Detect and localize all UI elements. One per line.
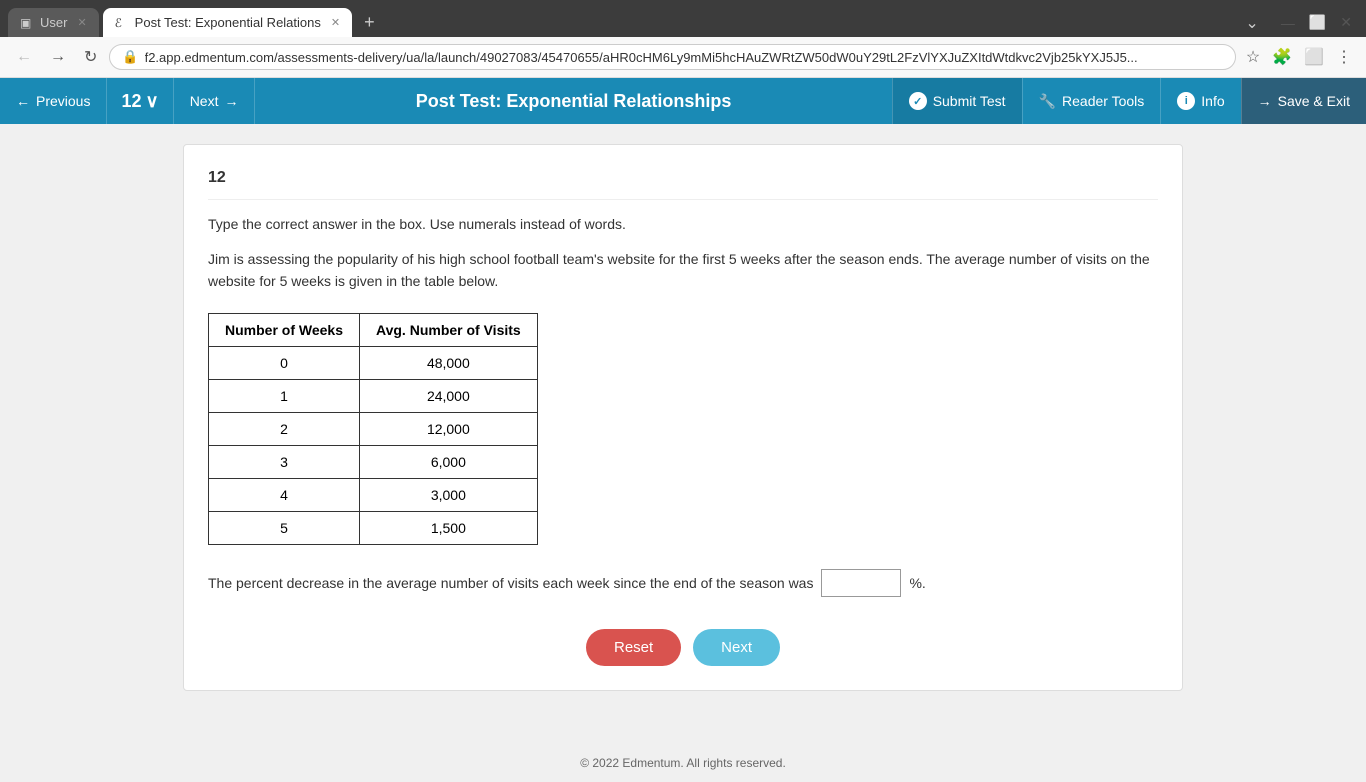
next-nav-button[interactable]: Next → (174, 78, 256, 124)
tab-user-close[interactable]: ✕ (77, 16, 86, 29)
save-exit-icon: → (1258, 93, 1272, 109)
maximize-button[interactable]: ⬜ (1303, 12, 1332, 33)
browser-toolbar-icons: ☆ 🧩 ⬜ ⋮ (1242, 43, 1356, 71)
address-url: f2.app.edmentum.com/assessments-delivery… (145, 50, 1223, 65)
question-number-selector[interactable]: 12 ∨ (107, 78, 173, 124)
reader-tools-button[interactable]: 🔧 Reader Tools (1022, 78, 1161, 124)
lock-icon: 🔒 (122, 49, 138, 65)
next-nav-label: Next (190, 93, 219, 109)
test-title: Post Test: Exponential Relationships (255, 78, 891, 124)
submit-check-icon: ✓ (909, 92, 927, 110)
table-row: 212,000 (209, 412, 538, 445)
back-button[interactable]: ← (10, 46, 38, 68)
browser-controls: ← → ↻ 🔒 f2.app.edmentum.com/assessments-… (0, 37, 1366, 78)
previous-label: Previous (36, 93, 90, 109)
footer: © 2022 Edmentum. All rights reserved. (0, 744, 1366, 782)
table-header-visits: Avg. Number of Visits (360, 313, 538, 346)
table-cell-week: 0 (209, 346, 360, 379)
table-row: 43,000 (209, 478, 538, 511)
action-buttons: Reset Next (208, 629, 1158, 666)
menu-button[interactable]: ⋮ (1332, 43, 1356, 71)
tab-user-favicon: ▣ (20, 16, 34, 30)
table-row: 51,500 (209, 511, 538, 544)
profile-button[interactable]: ⬜ (1300, 43, 1328, 71)
address-bar[interactable]: 🔒 f2.app.edmentum.com/assessments-delive… (109, 44, 1235, 70)
table-cell-visits: 6,000 (360, 445, 538, 478)
question-body-text: Jim is assessing the popularity of his h… (208, 248, 1158, 293)
table-cell-visits: 3,000 (360, 478, 538, 511)
submit-label: Submit Test (933, 93, 1006, 109)
answer-row: The percent decrease in the average numb… (208, 569, 1158, 597)
refresh-button[interactable]: ↻ (78, 45, 103, 69)
save-exit-label: Save & Exit (1278, 93, 1350, 109)
reader-tools-icon: 🔧 (1039, 93, 1056, 110)
previous-button[interactable]: ← Previous (0, 78, 107, 124)
tab-test[interactable]: ℰ Post Test: Exponential Relations ✕ (103, 8, 352, 37)
table-cell-visits: 1,500 (360, 511, 538, 544)
table-row: 048,000 (209, 346, 538, 379)
info-button[interactable]: i Info (1160, 78, 1240, 124)
tab-bar: ▣ User ✕ ℰ Post Test: Exponential Relati… (0, 0, 1366, 37)
bookmark-star-button[interactable]: ☆ (1242, 43, 1264, 71)
reader-tools-label: Reader Tools (1062, 93, 1144, 109)
chevron-down-icon: ∨ (146, 91, 159, 112)
current-question-number: 12 (121, 91, 141, 112)
table-cell-week: 1 (209, 379, 360, 412)
app-navbar: ← Previous 12 ∨ Next → Post Test: Expone… (0, 78, 1366, 124)
browser-chrome: ▣ User ✕ ℰ Post Test: Exponential Relati… (0, 0, 1366, 78)
table-cell-visits: 24,000 (360, 379, 538, 412)
table-cell-week: 4 (209, 478, 360, 511)
table-header-weeks: Number of Weeks (209, 313, 360, 346)
table-row: 124,000 (209, 379, 538, 412)
previous-arrow-icon: ← (16, 93, 30, 109)
answer-input[interactable] (821, 569, 901, 597)
data-table: Number of Weeks Avg. Number of Visits 04… (208, 313, 538, 545)
question-card: 12 Type the correct answer in the box. U… (183, 144, 1183, 691)
new-tab-button[interactable]: + (356, 8, 383, 37)
question-number: 12 (208, 169, 1158, 200)
nav-actions: ✓ Submit Test 🔧 Reader Tools i Info → Sa… (892, 78, 1366, 124)
minimize-button[interactable]: — (1275, 12, 1301, 33)
tab-test-favicon: ℰ (115, 16, 129, 30)
close-button[interactable]: ✕ (1334, 12, 1358, 33)
tab-user[interactable]: ▣ User ✕ (8, 8, 99, 37)
table-cell-visits: 12,000 (360, 412, 538, 445)
table-cell-week: 5 (209, 511, 360, 544)
answer-suffix-text: %. (909, 575, 925, 591)
table-cell-week: 3 (209, 445, 360, 478)
tab-user-label: User (40, 15, 67, 30)
tab-test-close[interactable]: ✕ (331, 16, 340, 29)
main-content: 12 Type the correct answer in the box. U… (0, 124, 1366, 744)
question-instruction: Type the correct answer in the box. Use … (208, 216, 1158, 232)
window-controls: — ⬜ ✕ (1275, 12, 1358, 33)
forward-button[interactable]: → (44, 46, 72, 68)
info-label: Info (1201, 93, 1224, 109)
info-circle-icon: i (1177, 92, 1195, 110)
next-arrow-icon: → (224, 93, 238, 109)
tab-test-label: Post Test: Exponential Relations (135, 15, 321, 30)
answer-prefix-text: The percent decrease in the average numb… (208, 575, 813, 591)
extensions-button[interactable]: 🧩 (1268, 43, 1296, 71)
table-row: 36,000 (209, 445, 538, 478)
reset-button[interactable]: Reset (586, 629, 681, 666)
tab-overflow-button[interactable]: ⌄ (1237, 9, 1266, 37)
save-exit-button[interactable]: → Save & Exit (1241, 78, 1366, 124)
next-button[interactable]: Next (693, 629, 780, 666)
submit-test-button[interactable]: ✓ Submit Test (892, 78, 1022, 124)
table-cell-visits: 48,000 (360, 346, 538, 379)
table-cell-week: 2 (209, 412, 360, 445)
